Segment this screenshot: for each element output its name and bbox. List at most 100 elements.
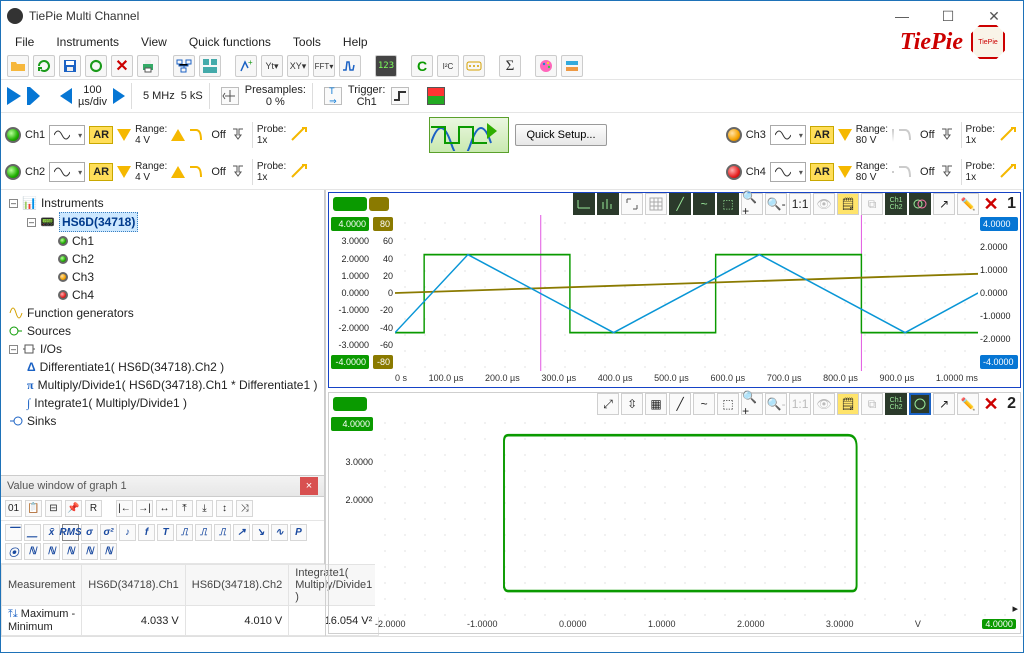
ch2-gnd-icon[interactable] <box>230 163 248 181</box>
vt-a6-icon[interactable]: ↕ <box>216 500 233 517</box>
m-rms[interactable]: RMS <box>62 524 79 541</box>
g1-zoom11-icon[interactable]: 1:1 <box>789 193 811 215</box>
vt-h0[interactable]: Measurement <box>2 565 82 606</box>
menu-tools[interactable]: Tools <box>289 33 325 51</box>
g2-i2-icon[interactable]: ~ <box>693 393 715 415</box>
g2-yaxis[interactable]: 4.0000 3.0000 2.0000 <box>329 415 375 617</box>
ch2-range[interactable]: Range:4 V <box>135 161 167 183</box>
timebase-value[interactable]: 100µs/div <box>78 84 107 108</box>
trigger-edge-icon[interactable] <box>391 87 409 105</box>
ch1-off[interactable]: Off <box>211 129 225 141</box>
tree-icon[interactable] <box>173 55 195 77</box>
ch4-autorange[interactable]: AR <box>810 163 834 181</box>
m-bot[interactable]: ⎽ <box>24 524 41 541</box>
xy-icon[interactable]: XY▾ <box>287 55 309 77</box>
timebase-faster-button[interactable] <box>113 88 125 104</box>
layout-icon[interactable] <box>199 55 221 77</box>
ch1-coupling[interactable] <box>49 125 85 145</box>
m-sigma[interactable]: σ <box>81 524 98 541</box>
vt-a2-icon[interactable]: →| <box>136 500 153 517</box>
vt-a4-icon[interactable]: ⤒ <box>176 500 193 517</box>
vt-a1-icon[interactable]: |← <box>116 500 133 517</box>
run-button[interactable] <box>7 87 21 105</box>
ch2-probe[interactable]: Probe:1x <box>257 161 286 183</box>
vt-h2[interactable]: HS6D(34718).Ch2 <box>185 565 289 606</box>
ch4-range-down-icon[interactable] <box>838 166 852 178</box>
refresh-icon[interactable] <box>85 55 107 77</box>
ch1-autorange[interactable]: AR <box>89 126 113 144</box>
g2-fit2-icon[interactable]: ⇳ <box>621 393 643 415</box>
vt-a5-icon[interactable]: ⤓ <box>196 500 213 517</box>
reload-doc-icon[interactable] <box>33 55 55 77</box>
g1-export-icon[interactable]: ↗ <box>933 193 955 215</box>
g1-zoomout-icon[interactable]: 🔍- <box>765 193 787 215</box>
ch2-filter-icon[interactable] <box>189 164 207 180</box>
g1-yaxis-left2[interactable]: 80 60 40 20 0 -20 -40 -60 -80 <box>371 215 395 371</box>
fft-icon[interactable]: FFT▾ <box>313 55 335 77</box>
g2-z11-icon[interactable]: 1:1 <box>789 393 811 415</box>
menu-help[interactable]: Help <box>339 33 372 51</box>
ch3-range[interactable]: Range:80 V <box>856 124 888 146</box>
vt-h1[interactable]: HS6D(34718).Ch1 <box>82 565 186 606</box>
trigger-led-icon[interactable] <box>427 87 445 105</box>
ch2-off[interactable]: Off <box>211 166 225 178</box>
ch1-range-down-icon[interactable] <box>117 129 131 141</box>
ch3-probe-icon[interactable] <box>999 126 1019 144</box>
g1-erase-icon[interactable]: ✏️ <box>957 193 979 215</box>
g1-interp2-icon[interactable]: ~ <box>693 193 715 215</box>
tree-ch2[interactable]: Ch2 <box>72 250 94 268</box>
g1-ch-icon[interactable]: Ch1Ch2 <box>885 193 907 215</box>
ch2-probe-icon[interactable] <box>290 163 310 181</box>
tree-ch1[interactable]: Ch1 <box>72 232 94 250</box>
ch4-probe[interactable]: Probe:1x <box>966 161 995 183</box>
g1-plot[interactable] <box>395 215 978 371</box>
trigger-pos-icon[interactable]: T⇒ <box>324 87 342 105</box>
g1-xy-icon[interactable] <box>909 193 931 215</box>
ch3-range-down-icon[interactable] <box>838 129 852 141</box>
ch1-range-up-icon[interactable] <box>171 129 185 141</box>
ch2-coupling[interactable] <box>49 162 85 182</box>
g1-src2-icon[interactable] <box>369 197 389 211</box>
tree-ch4[interactable]: Ch4 <box>72 286 94 304</box>
ch2-range-up-icon[interactable] <box>171 166 185 178</box>
ch2-led-icon[interactable] <box>5 164 21 180</box>
g1-note-icon[interactable]: 🗒 <box>837 193 859 215</box>
g1-zoomin-icon[interactable]: 🔍+ <box>741 193 763 215</box>
palette-icon[interactable] <box>535 55 557 77</box>
m-slew[interactable]: ∿ <box>271 524 288 541</box>
ch3-range-up-icon[interactable] <box>892 129 894 142</box>
save-icon[interactable] <box>59 55 81 77</box>
expand-icon[interactable]: – <box>9 199 18 208</box>
g2-ch-icon[interactable]: Ch1Ch2 <box>885 393 907 415</box>
ch1-gnd-icon[interactable] <box>230 126 248 144</box>
g2-eye-icon[interactable]: 👁 <box>813 393 835 415</box>
ch1-probe-icon[interactable] <box>290 126 310 144</box>
yt-icon[interactable]: Yt▾ <box>261 55 283 77</box>
tree-io-int[interactable]: Integrate1( Multiply/Divide1 ) <box>34 394 187 412</box>
g2-src1-icon[interactable] <box>333 397 367 411</box>
g2-remove-button[interactable]: ✕ <box>981 394 1001 415</box>
quick-setup-button[interactable]: Quick Setup... <box>515 124 606 146</box>
g1-remove-button[interactable]: ✕ <box>981 194 1001 215</box>
m-n3[interactable]: ℕ <box>62 543 79 560</box>
trigger-source[interactable]: Trigger:Ch1 <box>348 84 386 108</box>
tree-ios[interactable]: I/Os <box>40 340 62 358</box>
ch4-coupling[interactable] <box>770 162 806 182</box>
vt-pin-icon[interactable]: 📌 <box>65 500 82 517</box>
g2-xy-icon[interactable] <box>909 393 931 415</box>
g1-link-icon[interactable]: ⧉ <box>861 193 883 215</box>
ch3-coupling[interactable] <box>770 125 806 145</box>
table-row[interactable]: ⤒⤓ Maximum - Minimum 4.033 V 4.010 V 16.… <box>2 606 379 636</box>
g2-note-icon[interactable]: 🗒 <box>837 393 859 415</box>
ch1-probe[interactable]: Probe:1x <box>257 124 286 146</box>
vt-a3-icon[interactable]: ↔ <box>156 500 173 517</box>
vt-clip-icon[interactable]: 📋 <box>25 500 42 517</box>
g2-i1-icon[interactable]: ╱ <box>669 393 691 415</box>
g2-grid-icon[interactable]: ▦ <box>645 393 667 415</box>
m-phase[interactable]: ⦿ <box>5 543 22 560</box>
menu-file[interactable]: File <box>11 33 38 51</box>
value-window-close-button[interactable]: × <box>300 477 318 495</box>
tree-io-diff[interactable]: Differentiate1( HS6D(34718).Ch2 ) <box>40 358 225 376</box>
m-freq[interactable]: ♪ <box>119 524 136 541</box>
ch1-filter-icon[interactable] <box>189 127 207 143</box>
